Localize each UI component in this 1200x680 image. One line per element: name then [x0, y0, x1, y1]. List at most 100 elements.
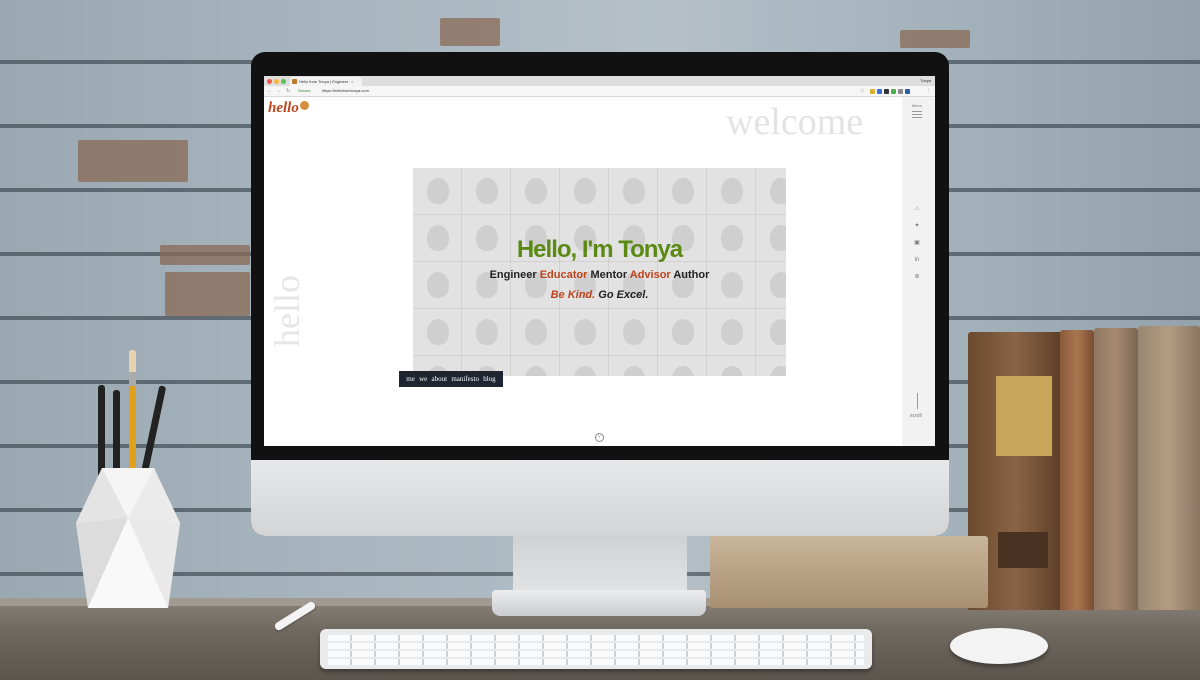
book-label [996, 376, 1052, 456]
menu-label: Menu [912, 103, 923, 108]
close-window-button[interactable] [267, 79, 272, 84]
role-advisor: Advisor [629, 269, 674, 281]
hero-photo-tile [672, 319, 694, 345]
hero-photo-tile [721, 366, 743, 376]
key-row [328, 643, 864, 649]
screen: Hello from Tonya | Engineer × Tonya ← → … [264, 76, 935, 446]
wordpress-icon[interactable]: ⊛ [913, 273, 921, 281]
peeled-paint [900, 30, 970, 48]
bookmark-star-icon[interactable]: ☆ [860, 87, 864, 95]
secure-label: Secure [298, 88, 311, 93]
browser-tab-bar: Hello from Tonya | Engineer × Tonya [264, 76, 935, 86]
main-nav: me we about manifesto blog [399, 371, 503, 387]
peeled-paint [440, 18, 500, 46]
keyboard [320, 629, 872, 669]
lying-book [710, 536, 988, 608]
scroll-label: scroll [910, 413, 922, 419]
hero-photo-tile [721, 319, 743, 345]
nav-item-manifesto[interactable]: manifesto [451, 375, 479, 383]
role-author: Author [673, 269, 710, 281]
nav-item-about[interactable]: about [432, 375, 448, 383]
geometric-vase [76, 468, 180, 608]
hero-photo-tile [672, 178, 694, 204]
hero-title: Hello, I'm Tonya [516, 236, 683, 263]
paintbrush [129, 350, 136, 470]
key-row [328, 659, 864, 665]
favicon-icon [292, 79, 297, 84]
hero-photo-tile [574, 366, 596, 376]
tab-title: Hello from Tonya | Engineer [299, 79, 349, 84]
web-page: hello welcome hello Hello, I'm Tonya Eng… [264, 97, 935, 446]
hero-photo-tile [525, 319, 547, 345]
pencil [113, 390, 120, 478]
tab-close-icon[interactable]: × [351, 77, 353, 86]
browser-tab[interactable]: Hello from Tonya | Engineer × [290, 77, 362, 86]
book [1060, 330, 1094, 610]
hero-photo-tile [525, 178, 547, 204]
hero-photo-tile [476, 319, 498, 345]
github-icon[interactable]: ▣ [913, 239, 921, 247]
hero-photo-tile [427, 178, 449, 204]
browser-menu-icon[interactable]: ⋮ [926, 87, 931, 95]
right-rail: Menu ⌂ ✦ ▣ in ⊛ scroll [902, 97, 935, 446]
forward-icon[interactable]: → [276, 87, 281, 95]
minimize-window-button[interactable] [274, 79, 279, 84]
hamburger-menu-icon[interactable] [912, 111, 922, 118]
tagline-go-excel: Go Excel. [598, 289, 649, 301]
twitter-icon[interactable]: ✦ [913, 222, 921, 230]
extension-icon[interactable] [898, 89, 903, 94]
extension-icon[interactable] [905, 89, 910, 94]
pencil [98, 385, 105, 477]
peeled-paint [165, 272, 250, 316]
role-mentor: Mentor [590, 269, 630, 281]
hero-photo-tile [574, 319, 596, 345]
hero-photo-tile [525, 366, 547, 376]
book [1094, 328, 1138, 610]
mouse [950, 628, 1048, 664]
hero-photo-tile [770, 366, 786, 376]
profile-name[interactable]: Tonya [920, 76, 931, 86]
role-engineer: Engineer [489, 269, 540, 281]
nav-item-we[interactable]: we [419, 375, 427, 383]
tagline-be-kind: Be Kind. [550, 289, 599, 301]
extension-icon[interactable] [884, 89, 889, 94]
hero-photo-tile [770, 319, 786, 345]
hero-photo-tile [672, 366, 694, 376]
book [1138, 326, 1200, 610]
hero-photo-tile [623, 319, 645, 345]
maximize-window-button[interactable] [281, 79, 286, 84]
hero-photo-tile [721, 178, 743, 204]
hero-photo-tile [623, 366, 645, 376]
url-field[interactable]: https://hellofromtonya.com [322, 86, 369, 96]
scroll-indicator-line [917, 393, 918, 409]
hero-photo-tile [427, 319, 449, 345]
nav-item-me[interactable]: me [406, 375, 415, 383]
logo-avatar-icon [300, 101, 309, 110]
back-icon[interactable]: ← [267, 87, 272, 95]
hero-roles: Engineer Educator Mentor Advisor Author [413, 269, 786, 281]
hero-photo-tile [574, 178, 596, 204]
hero-photo-tile [770, 178, 786, 204]
hero-photo-tile [623, 178, 645, 204]
site-logo[interactable]: hello [268, 100, 299, 117]
home-icon[interactable]: ⌂ [913, 205, 921, 213]
hero-banner: Hello, I'm Tonya Engineer Educator Mento… [413, 168, 786, 376]
scroll-down-icon[interactable]: ˅ [595, 433, 604, 442]
imac-stand [513, 536, 687, 596]
peeled-paint [78, 140, 188, 182]
imac-chin [251, 460, 949, 536]
key-row [328, 635, 864, 641]
key-row [328, 651, 864, 657]
nav-item-blog[interactable]: blog [483, 375, 495, 383]
imac-foot [492, 590, 706, 616]
extension-icon[interactable] [877, 89, 882, 94]
linkedin-icon[interactable]: in [913, 256, 921, 264]
reload-icon[interactable]: ↻ [286, 87, 290, 95]
welcome-heading: welcome [726, 101, 864, 143]
extension-icon[interactable] [891, 89, 896, 94]
hero-tagline: Be Kind. Go Excel. [413, 289, 786, 301]
extension-icon[interactable] [870, 89, 875, 94]
address-bar: ← → ↻ Secure https://hellofromtonya.com … [264, 86, 935, 97]
hero-photo-tile [476, 178, 498, 204]
side-hello-text: hello [267, 275, 307, 347]
